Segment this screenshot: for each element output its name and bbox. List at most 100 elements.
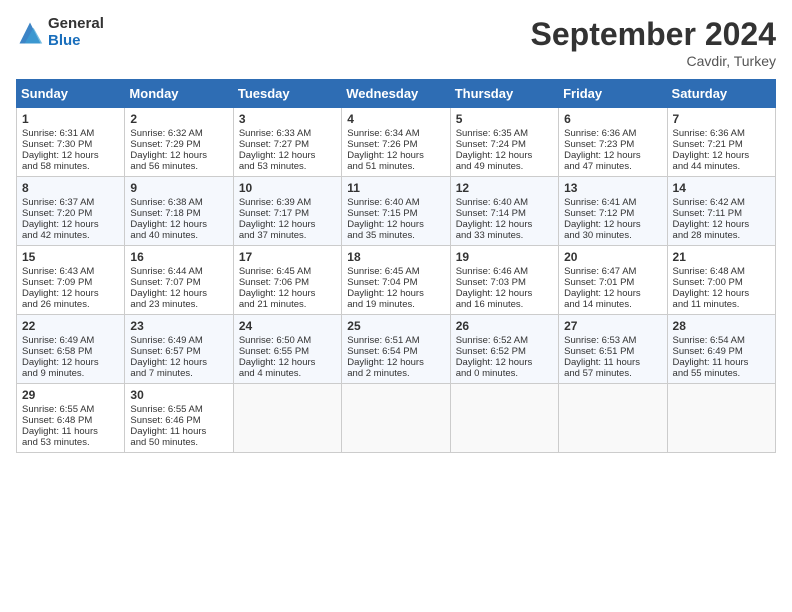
- day-info-line: Daylight: 12 hours: [347, 288, 444, 299]
- day-info-line: Sunrise: 6:33 AM: [239, 128, 336, 139]
- day-info-line: Sunrise: 6:52 AM: [456, 335, 553, 346]
- day-info-line: Sunrise: 6:43 AM: [22, 266, 119, 277]
- calendar-cell: [233, 384, 341, 453]
- day-info-line: Sunrise: 6:35 AM: [456, 128, 553, 139]
- day-number: 23: [130, 319, 227, 333]
- day-number: 4: [347, 112, 444, 126]
- day-info-line: Sunrise: 6:44 AM: [130, 266, 227, 277]
- calendar-cell: 28Sunrise: 6:54 AMSunset: 6:49 PMDayligh…: [667, 315, 775, 384]
- day-info-line: Sunrise: 6:34 AM: [347, 128, 444, 139]
- day-info-line: Sunset: 7:01 PM: [564, 277, 661, 288]
- weekday-header-saturday: Saturday: [667, 80, 775, 108]
- weekday-header-friday: Friday: [559, 80, 667, 108]
- day-number: 22: [22, 319, 119, 333]
- weekday-header-thursday: Thursday: [450, 80, 558, 108]
- calendar-cell: 21Sunrise: 6:48 AMSunset: 7:00 PMDayligh…: [667, 246, 775, 315]
- day-info-line: and 2 minutes.: [347, 368, 444, 379]
- day-info-line: Sunrise: 6:42 AM: [673, 197, 770, 208]
- day-number: 2: [130, 112, 227, 126]
- day-info-line: Daylight: 12 hours: [347, 219, 444, 230]
- day-info-line: and 58 minutes.: [22, 161, 119, 172]
- day-info-line: Daylight: 12 hours: [22, 357, 119, 368]
- calendar-cell: 13Sunrise: 6:41 AMSunset: 7:12 PMDayligh…: [559, 177, 667, 246]
- calendar-cell: 3Sunrise: 6:33 AMSunset: 7:27 PMDaylight…: [233, 108, 341, 177]
- day-info-line: and 49 minutes.: [456, 161, 553, 172]
- day-info-line: Sunset: 6:48 PM: [22, 415, 119, 426]
- day-info-line: and 55 minutes.: [673, 368, 770, 379]
- day-number: 25: [347, 319, 444, 333]
- day-info-line: and 57 minutes.: [564, 368, 661, 379]
- day-info-line: Daylight: 12 hours: [456, 219, 553, 230]
- day-info-line: Sunrise: 6:40 AM: [347, 197, 444, 208]
- day-info-line: and 7 minutes.: [130, 368, 227, 379]
- calendar-cell: 29Sunrise: 6:55 AMSunset: 6:48 PMDayligh…: [17, 384, 125, 453]
- day-info-line: Sunset: 6:49 PM: [673, 346, 770, 357]
- day-info-line: Sunrise: 6:50 AM: [239, 335, 336, 346]
- day-info-line: Daylight: 12 hours: [564, 219, 661, 230]
- day-info-line: and 40 minutes.: [130, 230, 227, 241]
- day-info-line: and 42 minutes.: [22, 230, 119, 241]
- day-info-line: Sunset: 7:20 PM: [22, 208, 119, 219]
- calendar-table: SundayMondayTuesdayWednesdayThursdayFrid…: [16, 79, 776, 453]
- day-info-line: Sunset: 6:55 PM: [239, 346, 336, 357]
- day-info-line: Sunset: 7:11 PM: [673, 208, 770, 219]
- calendar-cell: 8Sunrise: 6:37 AMSunset: 7:20 PMDaylight…: [17, 177, 125, 246]
- day-number: 30: [130, 388, 227, 402]
- day-info-line: Sunrise: 6:45 AM: [347, 266, 444, 277]
- calendar-cell: 7Sunrise: 6:36 AMSunset: 7:21 PMDaylight…: [667, 108, 775, 177]
- day-info-line: Sunset: 6:51 PM: [564, 346, 661, 357]
- day-info-line: Sunrise: 6:38 AM: [130, 197, 227, 208]
- calendar-cell: 16Sunrise: 6:44 AMSunset: 7:07 PMDayligh…: [125, 246, 233, 315]
- day-info-line: Sunrise: 6:36 AM: [564, 128, 661, 139]
- day-info-line: Sunset: 6:46 PM: [130, 415, 227, 426]
- day-info-line: Daylight: 12 hours: [22, 219, 119, 230]
- calendar-cell: 17Sunrise: 6:45 AMSunset: 7:06 PMDayligh…: [233, 246, 341, 315]
- day-number: 21: [673, 250, 770, 264]
- day-info-line: Daylight: 12 hours: [239, 288, 336, 299]
- day-info-line: Sunrise: 6:49 AM: [130, 335, 227, 346]
- calendar-cell: 20Sunrise: 6:47 AMSunset: 7:01 PMDayligh…: [559, 246, 667, 315]
- day-info-line: Sunrise: 6:41 AM: [564, 197, 661, 208]
- page-header: General Blue September 2024 Cavdir, Turk…: [16, 16, 776, 69]
- calendar-cell: 18Sunrise: 6:45 AMSunset: 7:04 PMDayligh…: [342, 246, 450, 315]
- day-info-line: and 53 minutes.: [22, 437, 119, 448]
- calendar-cell: 25Sunrise: 6:51 AMSunset: 6:54 PMDayligh…: [342, 315, 450, 384]
- calendar-cell: 19Sunrise: 6:46 AMSunset: 7:03 PMDayligh…: [450, 246, 558, 315]
- day-info-line: and 23 minutes.: [130, 299, 227, 310]
- day-number: 18: [347, 250, 444, 264]
- logo-general: General: [48, 16, 104, 33]
- calendar-cell: 9Sunrise: 6:38 AMSunset: 7:18 PMDaylight…: [125, 177, 233, 246]
- day-number: 24: [239, 319, 336, 333]
- weekday-header-row: SundayMondayTuesdayWednesdayThursdayFrid…: [17, 80, 776, 108]
- day-info-line: Sunset: 7:17 PM: [239, 208, 336, 219]
- day-info-line: Sunset: 7:12 PM: [564, 208, 661, 219]
- day-info-line: Daylight: 12 hours: [347, 357, 444, 368]
- weekday-header-wednesday: Wednesday: [342, 80, 450, 108]
- day-number: 5: [456, 112, 553, 126]
- day-info-line: Sunset: 7:06 PM: [239, 277, 336, 288]
- day-info-line: Daylight: 12 hours: [456, 357, 553, 368]
- day-info-line: and 44 minutes.: [673, 161, 770, 172]
- day-info-line: and 28 minutes.: [673, 230, 770, 241]
- location: Cavdir, Turkey: [531, 53, 776, 69]
- day-info-line: and 19 minutes.: [347, 299, 444, 310]
- day-info-line: and 26 minutes.: [22, 299, 119, 310]
- logo-text: General Blue: [48, 16, 104, 49]
- day-info-line: Sunrise: 6:55 AM: [22, 404, 119, 415]
- calendar-cell: 22Sunrise: 6:49 AMSunset: 6:58 PMDayligh…: [17, 315, 125, 384]
- day-info-line: and 33 minutes.: [456, 230, 553, 241]
- day-info-line: and 56 minutes.: [130, 161, 227, 172]
- month-title: September 2024: [531, 16, 776, 53]
- weekday-header-monday: Monday: [125, 80, 233, 108]
- day-info-line: Sunrise: 6:49 AM: [22, 335, 119, 346]
- day-info-line: Sunset: 7:30 PM: [22, 139, 119, 150]
- day-number: 28: [673, 319, 770, 333]
- calendar-cell: 11Sunrise: 6:40 AMSunset: 7:15 PMDayligh…: [342, 177, 450, 246]
- day-info-line: Sunrise: 6:36 AM: [673, 128, 770, 139]
- day-info-line: Daylight: 12 hours: [347, 150, 444, 161]
- calendar-cell: 10Sunrise: 6:39 AMSunset: 7:17 PMDayligh…: [233, 177, 341, 246]
- day-info-line: Sunset: 7:23 PM: [564, 139, 661, 150]
- day-info-line: Daylight: 11 hours: [673, 357, 770, 368]
- day-info-line: Sunset: 7:07 PM: [130, 277, 227, 288]
- day-info-line: Sunset: 7:18 PM: [130, 208, 227, 219]
